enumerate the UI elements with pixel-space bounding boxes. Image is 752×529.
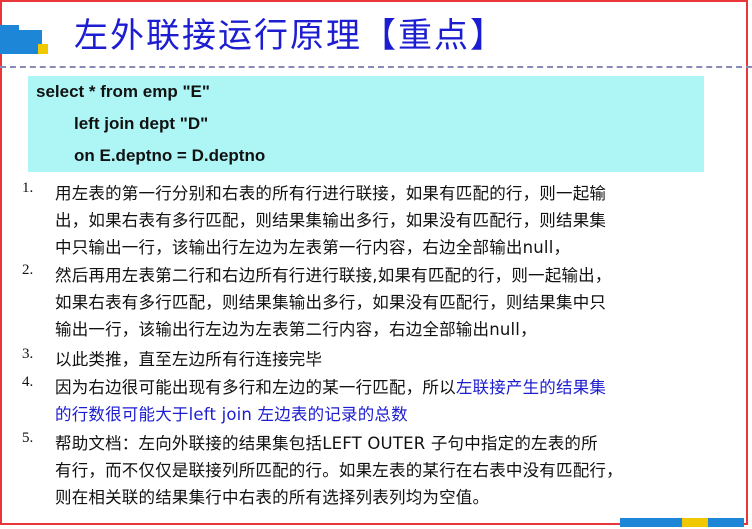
item-number: 2. [22,262,34,278]
decor-bottom-blue [620,518,682,527]
item-line: 有行，而不仅仅是联接列所匹配的行。如果左表的某行在右表中没有匹配行， [55,461,623,480]
decor-bottom-yellow [682,518,708,527]
decor-yellow-square [38,44,48,54]
item-number: 5. [22,430,34,446]
item-line: 如果右表有多行匹配，则结果集输出多行，如果没有匹配行，则结果集中只 [55,293,607,312]
sql-code-box: select * from emp "E" left join dept "D"… [28,76,704,172]
decor-bottom-blue-2 [708,518,744,527]
item-line: 则在相关联的结果集行中右表的所有选择列表列均为空值。 [55,488,490,507]
code-line-1: select * from emp "E" [36,82,210,101]
item-line: 然后再用左表第二行和右边所有行进行联接,如果有匹配的行，则一起输出， [55,266,612,285]
highlighted-text: 的行数很可能大于left join 左边表的记录的总数 [55,405,408,424]
item-number: 3. [22,346,34,362]
item-line: 用左表的第一行分别和右表的所有行进行联接，如果有匹配的行，则一起输 [55,184,607,203]
decor-blue-block [0,30,42,54]
code-line-2: left join dept "D" [74,114,209,133]
item-line: 出，如果右表有多行匹配，则结果集输出多行，如果没有匹配行，则结果集 [55,211,607,230]
highlighted-text: 左联接产生的结果集 [455,378,607,397]
title-divider [0,66,752,68]
item-number: 1. [22,180,34,196]
slide-title: 左外联接运行原理【重点】 [74,16,506,56]
item-line: 因为右边很可能出现有多行和左边的某一行匹配，所以左联接产生的结果集 [55,374,606,398]
item-line: 帮助文档：左向外联接的结果集包括LEFT OUTER 子句中指定的左表的所 [55,434,598,453]
code-line-3: on E.deptno = D.deptno [74,146,266,165]
item-line: 以此类推，直至左边所有行连接完毕 [55,350,323,369]
item-number: 4. [22,374,34,390]
item-line: 中只输出一行，该输出行左边为左表第一行内容，右边全部输出null， [55,238,571,257]
item-line: 输出一行，该输出行左边为左表第二行内容，右边全部输出null， [55,320,537,339]
item-text: 因为右边很可能出现有多行和左边的某一行匹配，所以 [55,378,456,397]
